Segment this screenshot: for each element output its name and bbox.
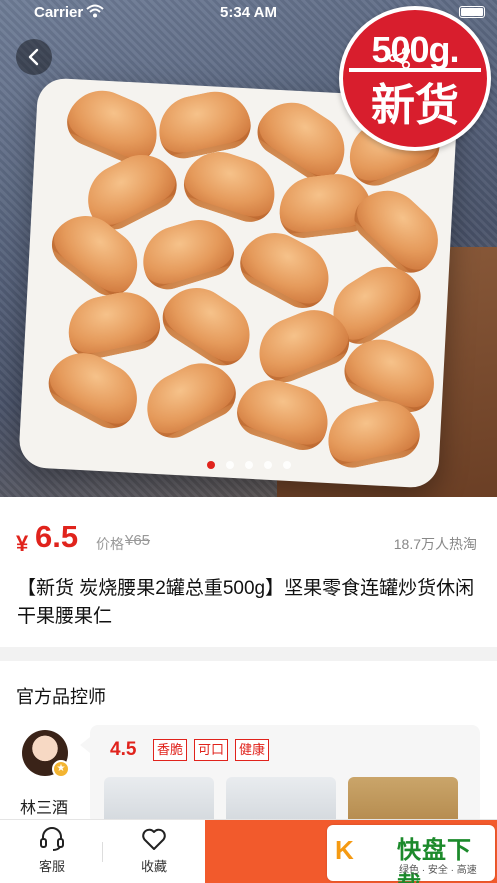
review-photo[interactable] [104, 777, 214, 825]
cashew-nut [152, 84, 256, 163]
customer-service-label: 客服 [38, 859, 65, 874]
cashew-nuts-image [40, 79, 453, 473]
divider [102, 842, 103, 862]
status-bar: Carrier 5:34 AM [0, 0, 497, 26]
carousel-dot[interactable] [225, 461, 234, 469]
badge-new-text: 新货 [371, 81, 459, 130]
currency-symbol: ¥ [16, 531, 29, 556]
clock: 5:34 AM [220, 4, 277, 21]
carousel-dot[interactable] [282, 461, 291, 469]
tag: 健康 [235, 739, 270, 761]
review-card[interactable]: 4.5 香脆 可口 健康 [80, 725, 480, 825]
customer-service-button[interactable]: 客服 [17, 826, 87, 875]
carousel-indicator[interactable] [0, 461, 497, 469]
carousel-dot[interactable] [244, 461, 253, 469]
sale-price: 6.5 [35, 519, 79, 554]
sales-count: 18.7万人热淘 [393, 536, 477, 552]
watermark-subtitle: 绿色 · 安全 · 高速 [399, 865, 477, 876]
watermark-logo: K 快盘下载 绿色 · 安全 · 高速 [327, 825, 495, 883]
review-photo[interactable] [348, 777, 458, 825]
tag: 可口 [194, 739, 229, 761]
rating-score: 4.5 [110, 739, 137, 760]
battery-icon [459, 6, 485, 18]
chevron-left-icon [28, 48, 39, 66]
original-price: ¥65 [125, 532, 151, 549]
product-image-carousel[interactable]: 500g. 新货 [0, 0, 497, 497]
carousel-dot[interactable] [206, 461, 215, 469]
star-icon: ★ [52, 760, 70, 778]
carousel-dot[interactable] [263, 461, 272, 469]
headset-icon [40, 827, 64, 851]
favorite-button[interactable]: 收藏 [119, 826, 189, 875]
tag-list: 香脆 可口 健康 [153, 739, 270, 761]
product-info: ¥ 6.5 价格 ¥65 18.7万人热淘 【新货 炭烧腰果2罐总重500g】坚… [0, 497, 497, 647]
cashew-nut [230, 370, 337, 457]
product-title: 【新货 炭烧腰果2罐总重500g】坚果零食连罐炒货休闲干果腰果仁 [17, 578, 475, 627]
back-button[interactable] [16, 39, 52, 75]
cashew-nut [62, 285, 165, 364]
heart-icon [142, 828, 166, 850]
cashew-nut [134, 211, 240, 296]
quality-controller-section: 官方品控师 ★ 林三酒 4.5 香脆 可口 健康 [0, 661, 497, 825]
original-price-label: 价格 [96, 536, 124, 552]
cashew-nut [40, 340, 150, 437]
tag: 香脆 [153, 739, 188, 761]
controller-name: 林三酒 [20, 800, 69, 817]
review-photo[interactable] [226, 777, 336, 825]
share-icon [388, 46, 411, 70]
share-button[interactable] [384, 42, 416, 74]
logo-mark: K [335, 835, 354, 865]
weight-badge: 500g. 新货 [339, 6, 491, 151]
favorite-label: 收藏 [140, 859, 167, 874]
section-heading: 官方品控师 [16, 687, 106, 707]
review-photos [104, 777, 458, 825]
